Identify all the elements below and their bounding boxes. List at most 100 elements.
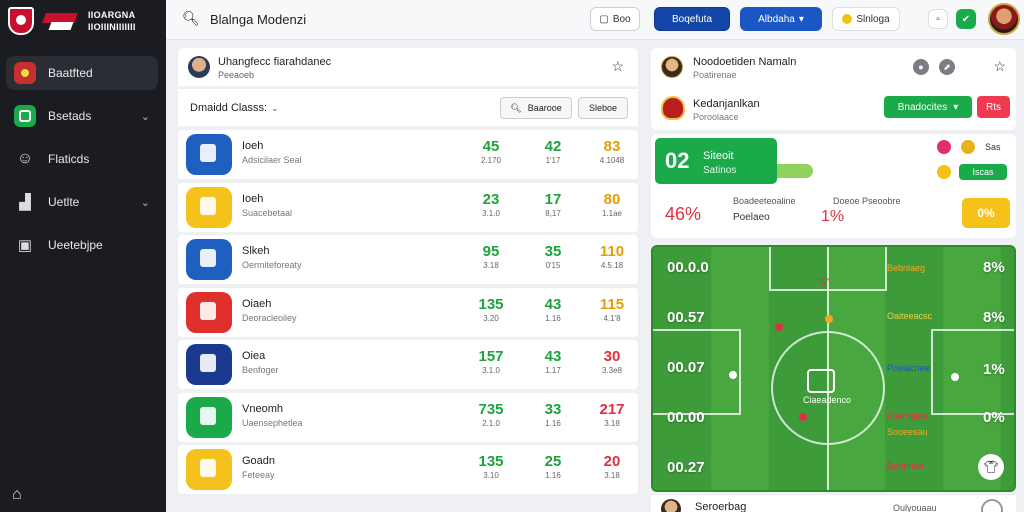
table-row[interactable]: Oiaeh Deoracleoiley 135 3.20 43 1.16 115 4.1'8 <box>178 287 638 337</box>
match-list-panel: Uhangfecc fiarahdanec Peeaoeb ☆ Dmaidd C… <box>178 48 638 512</box>
stat-2: 43 1.17 <box>533 348 573 375</box>
flag-logo-icon <box>42 7 80 35</box>
stat-1: 735 2.1.0 <box>471 401 511 428</box>
sidebar-item-label: Flaticds <box>48 152 90 166</box>
class-filter-dropdown[interactable]: Dmaidd Classs: ⌄ <box>190 102 279 114</box>
club-shield-icon <box>8 7 34 35</box>
stat-1-value: 735 <box>478 400 504 418</box>
sidebar-item-label: Bsetads <box>48 109 92 123</box>
table-row[interactable]: Ioeh Adsicilaer Seal 45 2.170 42 1'17 83 4.1048 <box>178 130 638 179</box>
fixture-red-button[interactable]: Rts <box>977 96 1010 118</box>
sidebar-item-2[interactable]: Flaticds <box>6 142 158 176</box>
stat-2: 43 1.16 <box>533 296 573 323</box>
score-info-value: Poelaeo <box>733 212 770 223</box>
table-row[interactable]: Oiea Benfoger 157 3.1.0 43 1.17 30 3.3e8 <box>178 340 638 389</box>
user-avatar[interactable] <box>988 3 1020 35</box>
stat-2-value: 42 <box>544 138 562 155</box>
shirt-icon[interactable]: 👕︎ <box>978 454 1004 480</box>
table-row[interactable]: Slkeh Oermiteforeaty 95 3.18 35 0'15 110 4.5.18 <box>178 235 638 284</box>
list-header: Uhangfecc fiarahdanec Peeaoeb ☆ <box>178 48 638 86</box>
stat-3-sub: 1.1ae <box>601 208 623 218</box>
star-icon[interactable]: ☆ <box>993 58 1006 75</box>
stat-2-value: 33 <box>544 400 562 418</box>
team-logo-icon <box>186 291 232 333</box>
pitch-stat-0: 00.0.0 <box>667 259 709 276</box>
center-logo-icon <box>807 369 835 393</box>
team-logo-icon <box>186 239 232 280</box>
settings-icon[interactable] <box>981 499 1003 512</box>
pitch-stat-4: 00.27 <box>667 459 705 476</box>
club-badge-icon <box>661 96 685 120</box>
player-marker[interactable] <box>951 373 959 381</box>
stat-2: 25 1.16 <box>533 453 573 480</box>
sidebar-item-0[interactable]: Baatfted <box>6 56 158 90</box>
bottom-subtitle: Oulyouaau <box>893 503 937 512</box>
stat-3: 217 3.18 <box>592 401 632 428</box>
pitch-stat-2: 00.07 <box>667 359 705 376</box>
score-info-label: Boadeeteoaline <box>733 196 796 206</box>
notification-button[interactable]: ▫ <box>928 9 948 29</box>
player-marker[interactable] <box>799 413 807 421</box>
fixture-action-dropdown[interactable]: Bnadocites ▾ <box>884 96 972 118</box>
red-dot-icon <box>937 140 951 154</box>
player-marker[interactable] <box>825 315 833 323</box>
brand-line1: IIOARGNA <box>88 10 136 20</box>
pitch-stat-1: 00.57 <box>667 309 705 326</box>
team-name: Ioeh <box>242 140 264 152</box>
stat-2-sub: 1.16 <box>545 313 561 323</box>
pitch-right-label-3: Foernaloe <box>887 411 928 421</box>
pitch-right-label-5: Dannned <box>887 461 924 471</box>
team-name: Oiea <box>242 350 266 362</box>
toolbar-button-4-label: Slnloga <box>856 13 890 25</box>
coin-icon <box>937 165 951 179</box>
stat-1-sub: 3.10 <box>483 471 499 480</box>
sidebar-item-label: Baatfted <box>48 66 93 80</box>
check-button[interactable]: ✔ <box>956 9 976 29</box>
brand[interactable]: IIOARGNA IIOIIINIIIIIII <box>0 0 166 42</box>
location-icon[interactable]: ● <box>913 59 929 75</box>
score-label: Siteoit <box>703 150 734 162</box>
toolbar-button-2[interactable]: Boqefuta <box>654 7 730 31</box>
sidebar-item-4[interactable]: Ueetebjpe <box>6 228 158 262</box>
team-subtitle: Feteeay <box>242 470 275 480</box>
class-filter-label: Dmaidd Classs: <box>190 102 268 114</box>
score-actions: Iscas <box>937 164 1007 180</box>
home-icon[interactable]: ⌂ <box>12 486 22 504</box>
compass-icon[interactable]: ⬈ <box>939 59 955 75</box>
yellow-percent-badge[interactable]: 0% <box>962 198 1010 228</box>
brand-line2: IIOIIINIIIIIII <box>88 22 136 32</box>
stat-1: 23 3.1.0 <box>471 191 511 218</box>
search-icon[interactable]: 🔍︎ <box>182 10 200 27</box>
search-button[interactable]: 🔍︎ Baarooe <box>500 97 572 119</box>
search-button-label: Baarooe <box>527 103 562 113</box>
football-pitch[interactable]: 00.0.0 00.57 00.07 00.00 00.27 "S" Ciaea… <box>651 245 1016 492</box>
table-row[interactable]: Goadn Feteeay 135 3.10 25 1.16 20 3.18 <box>178 445 638 494</box>
stat-3-value: 80 <box>603 190 621 208</box>
stat-3-value: 217 <box>599 400 625 418</box>
star-icon[interactable]: ☆ <box>611 58 624 75</box>
team-logo-icon <box>186 344 232 385</box>
chart-icon <box>14 191 36 213</box>
sidebar-item-3[interactable]: Uetlte ⌄ <box>6 185 158 219</box>
score-info-label-2: Doeoe Pseoobre <box>833 196 901 206</box>
score-green-button[interactable]: Iscas <box>959 164 1007 180</box>
toolbar-button-4[interactable]: Slnloga <box>832 7 900 31</box>
toolbar-dropdown[interactable]: Albdaha ▾ <box>740 7 822 31</box>
score-sublabel: Satinos <box>703 165 737 176</box>
fixture-title: Noodoetiden Namaln <box>693 56 797 68</box>
sidebar-item-1[interactable]: Bsetads ⌄ <box>6 99 158 133</box>
stat-2-value: 43 <box>544 348 562 365</box>
player-marker[interactable] <box>775 323 783 331</box>
stat-3: 80 1.1ae <box>592 191 632 218</box>
sort-button[interactable]: Sleboe <box>578 97 628 119</box>
table-row[interactable]: Vneomh Uaensephetlea 735 2.1.0 33 1.16 217 3.18 <box>178 392 638 442</box>
pitch-center-label: Ciaeadenco <box>803 395 852 405</box>
stat-2-sub: 1.16 <box>545 418 561 428</box>
toolbar-button-1[interactable]: ▢ Boo <box>590 7 640 31</box>
team-subtitle: Adsicilaer Seal <box>242 155 302 165</box>
stat-3: 83 4.1048 <box>592 138 632 165</box>
pitch-right-label-1: Oaiteeacsc <box>887 311 933 321</box>
player-marker[interactable] <box>729 371 737 379</box>
table-row[interactable]: Ioeh Suacebetaal 23 3.1.0 17 8,17 80 1.1ae <box>178 182 638 232</box>
stat-3-value: 30 <box>603 348 621 365</box>
